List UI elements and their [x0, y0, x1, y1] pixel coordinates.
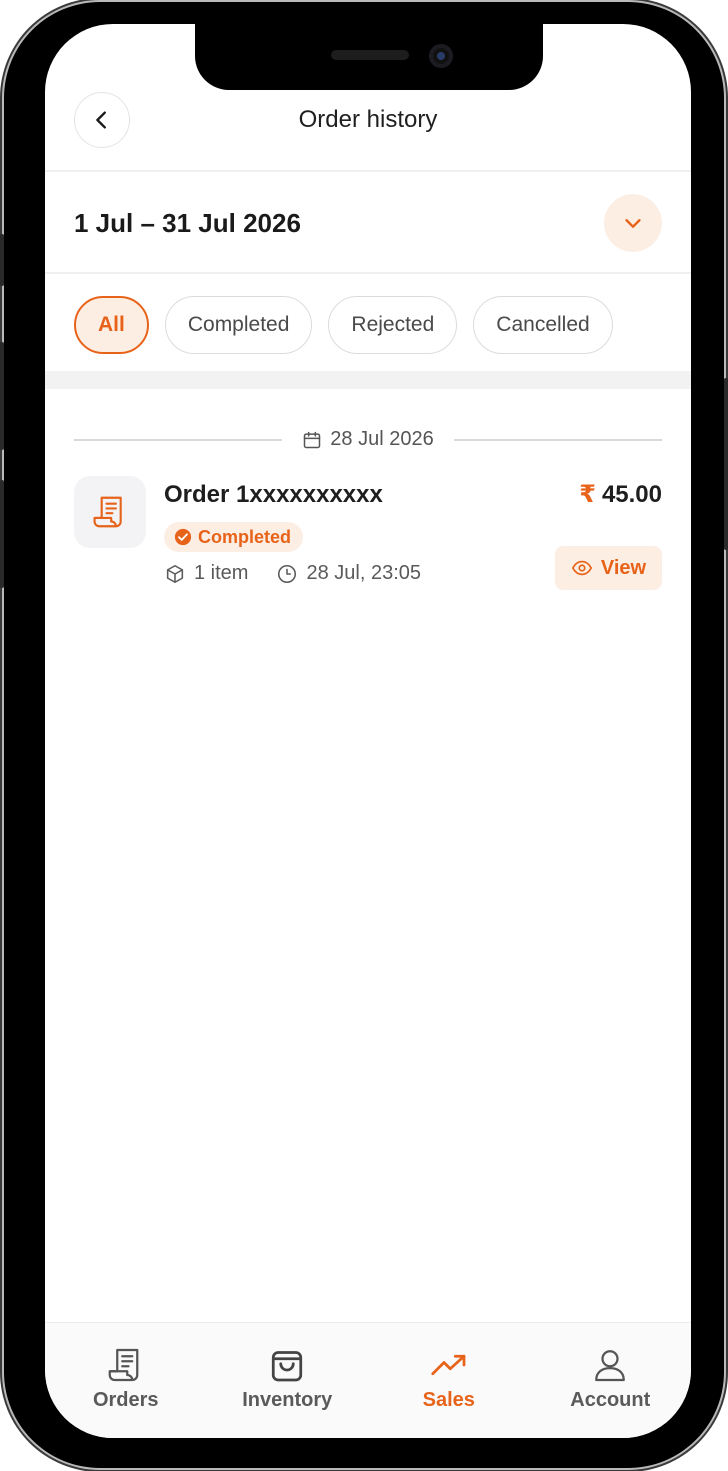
order-meta: 1 item 28 Jul, 23:05 [164, 562, 421, 585]
tab-label-account: Account [570, 1389, 651, 1411]
date-range-label: 1 Jul – 31 Jul 2026 [74, 208, 301, 238]
status-filter-chips: All Completed Rejected Cancelled [74, 296, 613, 354]
currency-symbol: ₹ [579, 481, 596, 508]
tab-orders[interactable]: Orders [45, 1323, 207, 1438]
order-card[interactable]: Order 1xxxxxxxxxx ₹45.00 Completed 1 ite… [74, 474, 662, 604]
tab-label-sales: Sales [422, 1389, 475, 1411]
filter-chip-completed[interactable]: Completed [164, 296, 313, 354]
group-date: 28 Jul 2026 [330, 428, 434, 450]
shopping-bag-icon [272, 1351, 303, 1382]
app-screen: Order history 1 Jul – 31 Jul 2026 All Co… [45, 24, 691, 1438]
power-button [724, 378, 728, 550]
order-icon-box [74, 476, 146, 548]
tab-label-inventory: Inventory [242, 1389, 333, 1411]
page-title: Order history [298, 106, 438, 133]
item-count: 1 item [194, 562, 249, 584]
bottom-tab-bar: Orders Inventory Sales Account [45, 1322, 691, 1438]
front-camera [429, 44, 453, 68]
date-separator: 28 Jul 2026 [74, 428, 662, 452]
clock-icon [278, 564, 297, 583]
tab-inventory[interactable]: Inventory [207, 1323, 369, 1438]
order-price: ₹45.00 [579, 480, 662, 509]
section-band [45, 371, 691, 389]
date-separator-label: 28 Jul 2026 [74, 428, 662, 451]
status-badge: Completed [164, 522, 304, 552]
receipt-icon [93, 496, 122, 528]
view-label: View [600, 556, 647, 579]
calendar-icon [304, 431, 321, 448]
filter-chip-rejected[interactable]: Rejected [328, 296, 458, 354]
package-icon [166, 564, 184, 583]
app-header: Order history [45, 90, 691, 170]
user-icon [595, 1350, 626, 1382]
eye-icon [571, 560, 592, 576]
filter-chip-all[interactable]: All [74, 296, 149, 354]
notch [195, 24, 543, 90]
order-time: 28 Jul, 23:05 [306, 562, 421, 584]
filter-chip-cancelled[interactable]: Cancelled [473, 296, 613, 354]
tab-label-orders: Orders [92, 1389, 159, 1411]
status-label: Completed [198, 526, 292, 547]
receipt-icon [108, 1348, 139, 1382]
view-order-button[interactable]: View [555, 546, 662, 590]
volume-down-button [0, 480, 4, 588]
check-circle-icon [174, 528, 192, 546]
speaker-grille [331, 50, 409, 60]
tab-sales[interactable]: Sales [368, 1323, 530, 1438]
date-divider [45, 272, 691, 274]
mute-switch [0, 234, 4, 286]
trending-up-icon [431, 1354, 466, 1376]
phone-frame: Order history 1 Jul – 31 Jul 2026 All Co… [0, 2, 728, 1468]
chevron-down-icon [625, 219, 641, 228]
date-range-toggle[interactable] [604, 194, 662, 252]
volume-up-button [0, 342, 4, 450]
order-amount: 45.00 [601, 481, 662, 508]
tab-account[interactable]: Account [530, 1323, 692, 1438]
date-range-selector[interactable]: 1 Jul – 31 Jul 2026 [45, 172, 691, 272]
order-name: Order 1xxxxxxxxxx [164, 481, 383, 508]
